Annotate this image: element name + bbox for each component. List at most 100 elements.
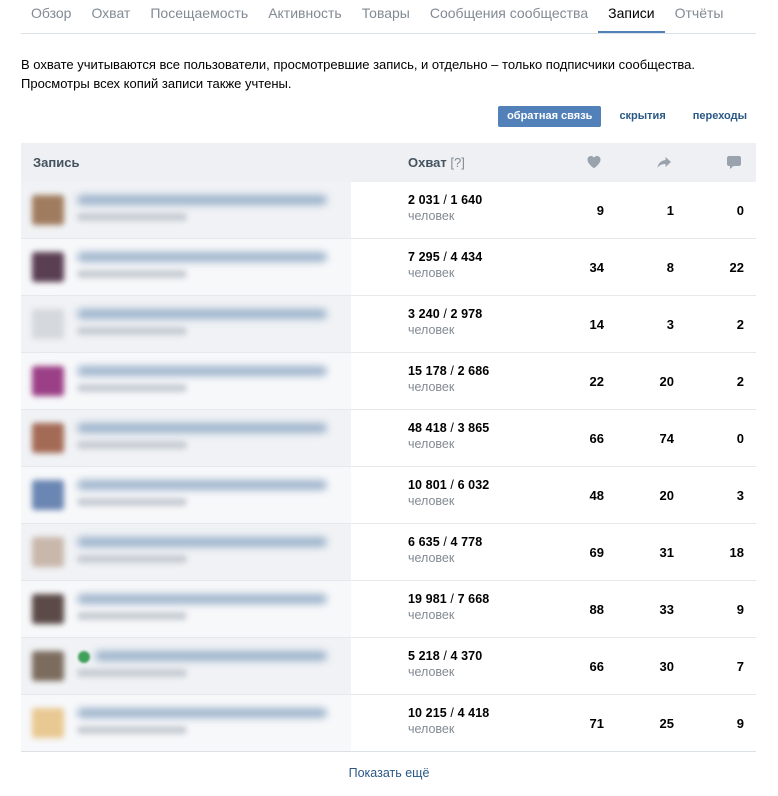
comments-count: 18 (729, 545, 744, 560)
post-preview[interactable] (21, 524, 351, 580)
reach-total: 7 295 (408, 250, 440, 264)
likes-count: 71 (589, 716, 604, 731)
table-row[interactable]: 19 981 / 7 668 человек 88 33 9 (21, 581, 756, 638)
reach-unit: человек (408, 494, 455, 508)
post-title-blurred[interactable] (77, 423, 327, 433)
likes-count: 66 (589, 431, 604, 446)
tab-7[interactable]: Отчёты (665, 0, 734, 33)
shares-count: 31 (659, 545, 674, 560)
reach-subscribers: 4 418 (457, 706, 490, 720)
post-preview[interactable] (21, 182, 351, 238)
column-post[interactable]: Запись (33, 155, 79, 170)
table-row[interactable]: 2 031 / 1 640 человек 9 1 0 (21, 182, 756, 239)
post-title-blurred[interactable] (77, 537, 327, 547)
tab-1[interactable]: Охват (81, 0, 140, 33)
tab-5[interactable]: Сообщения сообщества (420, 0, 598, 33)
comments-count: 0 (736, 203, 744, 218)
post-preview[interactable] (21, 410, 351, 466)
reach-cell: 7 295 / 4 434 человек (408, 250, 482, 280)
comment-bubble-icon[interactable] (726, 154, 742, 170)
clicks-button[interactable]: переходы (684, 106, 756, 127)
info-line-1: В охвате учитываются все пользователи, п… (21, 57, 696, 72)
reach-cell: 15 178 / 2 686 человек (408, 364, 489, 394)
heart-icon[interactable] (586, 154, 602, 170)
post-thumbnail (32, 708, 64, 738)
post-date-blurred (77, 669, 187, 677)
column-reach[interactable]: Охват [?] (408, 155, 465, 170)
likes-count: 34 (589, 260, 604, 275)
post-title-blurred[interactable] (77, 309, 327, 319)
tab-2[interactable]: Посещаемость (140, 0, 258, 33)
post-title-blurred[interactable] (77, 252, 327, 262)
post-title-blurred[interactable] (77, 195, 327, 205)
reach-cell: 48 418 / 3 865 человек (408, 421, 489, 451)
comments-count: 9 (736, 716, 744, 731)
likes-count: 48 (589, 488, 604, 503)
reach-total: 5 218 (408, 649, 440, 663)
table-row[interactable]: 7 295 / 4 434 человек 34 8 22 (21, 239, 756, 296)
reach-cell: 10 215 / 4 418 человек (408, 706, 489, 736)
reach-values: 2 031 / 1 640 (408, 193, 483, 207)
table-header: Запись Охват [?] (21, 143, 756, 182)
feedback-button[interactable]: обратная связь (498, 106, 602, 127)
post-preview[interactable] (21, 353, 351, 409)
reach-cell: 3 240 / 2 978 человек (408, 307, 482, 337)
reach-values: 19 981 / 7 668 (408, 592, 490, 606)
post-thumbnail (32, 252, 64, 282)
post-title-blurred[interactable] (77, 594, 327, 604)
shares-count: 25 (659, 716, 674, 731)
show-more-button[interactable]: Показать ещё (0, 766, 778, 780)
hides-button[interactable]: скрытия (610, 106, 674, 127)
post-preview[interactable] (21, 695, 351, 751)
likes-count: 9 (596, 203, 604, 218)
post-date-blurred (77, 270, 187, 278)
comments-count: 2 (736, 317, 744, 332)
post-title-blurred[interactable] (95, 651, 327, 661)
reach-unit: человек (408, 665, 455, 679)
comments-count: 9 (736, 602, 744, 617)
reach-values: 5 218 / 4 370 (408, 649, 483, 663)
reach-values: 48 418 / 3 865 (408, 421, 490, 435)
post-title-blurred[interactable] (77, 366, 327, 376)
likes-count: 66 (589, 659, 604, 674)
reach-subscribers: 3 865 (457, 421, 490, 435)
table-row[interactable]: 5 218 / 4 370 человек 66 30 7 (21, 638, 756, 695)
share-arrow-icon[interactable] (656, 154, 672, 170)
post-title-blurred[interactable] (77, 480, 327, 490)
post-thumbnail (32, 537, 64, 567)
table-row[interactable]: 10 215 / 4 418 человек 71 25 9 (21, 695, 756, 752)
table-row[interactable]: 15 178 / 2 686 человек 22 20 2 (21, 353, 756, 410)
reach-cell: 2 031 / 1 640 человек (408, 193, 482, 223)
post-thumbnail (32, 195, 64, 225)
post-preview[interactable] (21, 296, 351, 352)
post-preview[interactable] (21, 638, 351, 694)
post-preview[interactable] (21, 467, 351, 523)
tab-6[interactable]: Записи (598, 0, 665, 33)
reach-cell: 6 635 / 4 778 человек (408, 535, 482, 565)
post-preview[interactable] (21, 239, 351, 295)
tab-4[interactable]: Товары (352, 0, 420, 33)
reach-total: 48 418 (408, 421, 447, 435)
post-preview[interactable] (21, 581, 351, 637)
reach-values: 3 240 / 2 978 (408, 307, 483, 321)
table-row[interactable]: 3 240 / 2 978 человек 14 3 2 (21, 296, 756, 353)
reach-values: 7 295 / 4 434 (408, 250, 483, 264)
post-date-blurred (77, 327, 187, 335)
tab-3[interactable]: Активность (258, 0, 352, 33)
reach-unit: человек (408, 437, 455, 451)
post-title-blurred[interactable] (77, 708, 327, 718)
tab-0[interactable]: Обзор (21, 0, 81, 33)
post-thumbnail (32, 423, 64, 453)
shares-count: 1 (666, 203, 674, 218)
table-row[interactable]: 10 801 / 6 032 человек 48 20 3 (21, 467, 756, 524)
reach-total: 10 215 (408, 706, 447, 720)
reach-subscribers: 1 640 (450, 193, 483, 207)
reach-total: 19 981 (408, 592, 447, 606)
column-reach-label: Охват (408, 155, 447, 170)
reach-info: В охвате учитываются все пользователи, п… (21, 55, 741, 93)
post-date-blurred (77, 213, 187, 221)
reach-hint[interactable]: [?] (450, 155, 464, 170)
table-row[interactable]: 48 418 / 3 865 человек 66 74 0 (21, 410, 756, 467)
table-row[interactable]: 6 635 / 4 778 человек 69 31 18 (21, 524, 756, 581)
emoji-marker (78, 651, 90, 663)
